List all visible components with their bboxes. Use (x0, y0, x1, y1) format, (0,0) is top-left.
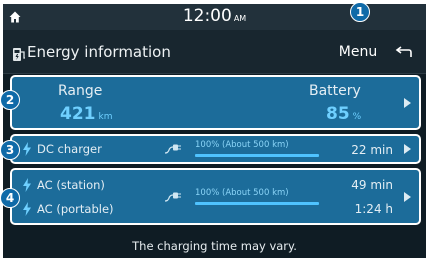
page-title: Energy information (27, 43, 171, 61)
lightning-icon (23, 202, 31, 216)
lightning-icon (23, 178, 31, 192)
clock-ampm: AM (233, 14, 247, 23)
callout-badge-1: 1 (350, 2, 370, 22)
battery-value: 85% (326, 104, 361, 124)
chevron-right-icon (404, 144, 411, 154)
ac-portable-label: AC (portable) (37, 202, 114, 216)
dc-target-text: 100% (About 500 km) (195, 140, 289, 150)
dc-charger-label: DC charger (37, 142, 102, 156)
battery-number: 85 (326, 104, 350, 124)
ac-charger-card[interactable]: AC (station) AC (portable) 100% (About 5… (10, 168, 421, 225)
back-arrow-icon (395, 46, 412, 57)
title-bar: Energy information Menu (3, 30, 426, 74)
callout-badge-3: 3 (0, 140, 20, 160)
dc-charger-card[interactable]: DC charger 100% (About 500 km) 22 min (10, 134, 421, 164)
callout-badge-2: 2 (0, 90, 20, 110)
range-label: Range (58, 83, 103, 99)
ev-charging-icon (13, 48, 25, 61)
range-unit: km (98, 112, 113, 122)
ac-station-label: AC (station) (37, 178, 105, 192)
lightning-icon (23, 142, 31, 156)
ac-portable-time: 1:24 h (354, 202, 393, 216)
range-value: 421 km (60, 104, 112, 124)
back-button[interactable] (389, 39, 419, 65)
plug-icon (164, 192, 181, 202)
clock-time: 12:00 (182, 6, 232, 26)
ac-station-time: 49 min (351, 178, 393, 192)
range-battery-card[interactable]: Range 421 km Battery 85% (10, 75, 421, 130)
screen: 12:00 AM Energy information Menu Range 42… (3, 4, 426, 258)
ac-progress-bar (195, 202, 319, 205)
range-number: 421 (60, 104, 96, 124)
dc-progress-bar (195, 154, 319, 157)
chevron-right-icon (404, 98, 411, 108)
dc-time: 22 min (351, 143, 393, 157)
battery-unit: % (352, 112, 362, 122)
menu-button[interactable]: Menu (335, 38, 381, 66)
battery-label: Battery (309, 83, 361, 99)
ac-target-text: 100% (About 500 km) (195, 188, 289, 198)
plug-icon (164, 144, 181, 154)
chevron-right-icon (404, 192, 411, 202)
footer-note: The charging time may vary. (132, 239, 297, 253)
callout-badge-4: 4 (0, 188, 20, 208)
